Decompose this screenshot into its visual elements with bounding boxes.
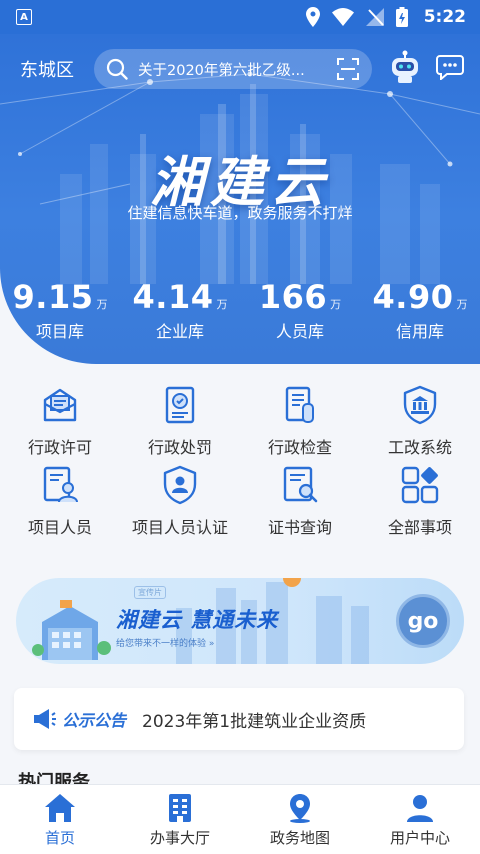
announcement-bar[interactable]: 公示公告 2023年第1批建筑业企业资质 bbox=[14, 688, 464, 750]
home-icon bbox=[45, 794, 75, 822]
search-icon bbox=[106, 58, 128, 80]
stat-enterprise[interactable]: 4.14 万 企业库 bbox=[120, 278, 240, 342]
go-button[interactable]: go bbox=[396, 594, 450, 648]
service-grid: 行政许可 行政处罚 行政检查 工改系统 项目人员 项目人员认证 证书查询 全部事… bbox=[0, 384, 480, 544]
search-text: 关于2020年第六批乙级... bbox=[138, 62, 305, 79]
promo-banner[interactable]: 宣传片 湘建云 慧通未来 给您带来不一样的体验 » go bbox=[16, 578, 464, 664]
nav-label: 办事大厅 bbox=[149, 829, 210, 847]
announcement-text[interactable]: 2023年第1批建筑业企业资质 bbox=[142, 707, 366, 732]
search-bar[interactable]: 关于2020年第六批乙级... bbox=[94, 49, 372, 89]
service-certificate-search[interactable]: 证书查询 bbox=[240, 464, 360, 544]
stat-label: 信用库 bbox=[395, 322, 444, 341]
hero-header: 东城区 关于2020年第六批乙级... 湘建云 住建信息快车道，政务服务不打烊 bbox=[0, 34, 480, 364]
location-selector[interactable]: 东城区 bbox=[20, 56, 74, 82]
stat-value: 166 bbox=[258, 278, 328, 316]
building-shield-icon bbox=[403, 385, 437, 425]
user-icon bbox=[407, 795, 433, 822]
stats-row: 9.15 万 项目库 4.14 万 企业库 166 万 人员库 4.90 万 信用库 bbox=[0, 278, 480, 342]
stat-project[interactable]: 9.15 万 项目库 bbox=[0, 278, 120, 342]
project-staff-icon bbox=[43, 466, 78, 503]
stat-unit: 万 bbox=[330, 298, 342, 311]
status-bar: A 5:22 bbox=[0, 0, 480, 34]
nav-user-center[interactable]: 用户中心 bbox=[360, 785, 480, 854]
stat-label: 项目库 bbox=[35, 322, 84, 341]
stat-unit: 万 bbox=[96, 298, 108, 311]
status-time: 5:22 bbox=[423, 7, 466, 27]
service-project-staff[interactable]: 项目人员 bbox=[0, 464, 120, 544]
nav-label: 用户中心 bbox=[389, 829, 450, 847]
announcement-tag: 公示公告 bbox=[62, 711, 127, 730]
banner-title: 湘建云 慧通未来 bbox=[116, 608, 279, 632]
wifi-icon bbox=[331, 8, 354, 26]
no-signal-icon bbox=[365, 8, 384, 26]
bottom-nav: 首页 办事大厅 政务地图 用户中心 bbox=[0, 784, 480, 854]
stat-personnel[interactable]: 166 万 人员库 bbox=[240, 278, 360, 342]
nav-home[interactable]: 首页 bbox=[0, 785, 120, 854]
stat-unit: 万 bbox=[456, 298, 468, 311]
service-label: 项目人员 bbox=[27, 518, 92, 537]
certificate-search-icon bbox=[283, 466, 318, 503]
megaphone-icon bbox=[34, 709, 56, 729]
app-slogan: 住建信息快车道，政务服务不打烊 bbox=[127, 204, 353, 222]
service-all-items[interactable]: 全部事项 bbox=[360, 464, 480, 544]
service-label: 行政许可 bbox=[27, 438, 92, 457]
banner-tag: 宣传片 bbox=[134, 586, 166, 599]
stat-value: 4.90 bbox=[372, 278, 454, 316]
nav-government-map[interactable]: 政务地图 bbox=[240, 785, 360, 854]
staff-certification-icon bbox=[163, 465, 197, 505]
stat-label: 企业库 bbox=[155, 322, 204, 341]
service-label: 全部事项 bbox=[387, 518, 452, 537]
service-administrative-inspection[interactable]: 行政检查 bbox=[240, 384, 360, 464]
service-label: 工改系统 bbox=[387, 438, 452, 457]
message-icon[interactable] bbox=[436, 54, 464, 80]
service-staff-certification[interactable]: 项目人员认证 bbox=[120, 464, 240, 544]
license-icon bbox=[43, 388, 77, 422]
office-building-icon bbox=[169, 794, 191, 822]
map-pin-icon bbox=[290, 794, 310, 823]
stat-unit: 万 bbox=[216, 298, 228, 311]
service-reform-system[interactable]: 工改系统 bbox=[360, 384, 480, 464]
service-label: 行政检查 bbox=[267, 438, 332, 457]
scan-icon[interactable] bbox=[336, 57, 360, 81]
nav-label: 政务地图 bbox=[269, 829, 330, 847]
all-items-icon bbox=[401, 466, 439, 504]
stat-label: 人员库 bbox=[275, 322, 324, 341]
service-label: 项目人员认证 bbox=[131, 518, 228, 537]
service-administrative-penalty[interactable]: 行政处罚 bbox=[120, 384, 240, 464]
battery-icon bbox=[395, 7, 408, 27]
stat-credit[interactable]: 4.90 万 信用库 bbox=[360, 278, 480, 342]
location-icon bbox=[305, 7, 320, 27]
app-root: A 5:22 东城区 关于2020年第六批乙级... 湘建云 住建信息快车道，政… bbox=[0, 0, 480, 854]
inspection-icon bbox=[285, 386, 314, 423]
section-title: 热门服务 bbox=[18, 772, 90, 784]
stat-value: 9.15 bbox=[12, 278, 94, 316]
nav-label: 首页 bbox=[44, 829, 75, 847]
penalty-icon bbox=[165, 386, 195, 424]
robot-assistant-icon[interactable] bbox=[388, 50, 422, 84]
banner-subtitle: 给您带来不一样的体验 » bbox=[116, 639, 215, 649]
service-label: 行政处罚 bbox=[147, 438, 212, 457]
stat-value: 4.14 bbox=[132, 278, 214, 316]
app-notification-icon: A bbox=[16, 9, 32, 25]
nav-service-hall[interactable]: 办事大厅 bbox=[120, 785, 240, 854]
service-label: 证书查询 bbox=[267, 518, 332, 537]
service-administrative-license[interactable]: 行政许可 bbox=[0, 384, 120, 464]
